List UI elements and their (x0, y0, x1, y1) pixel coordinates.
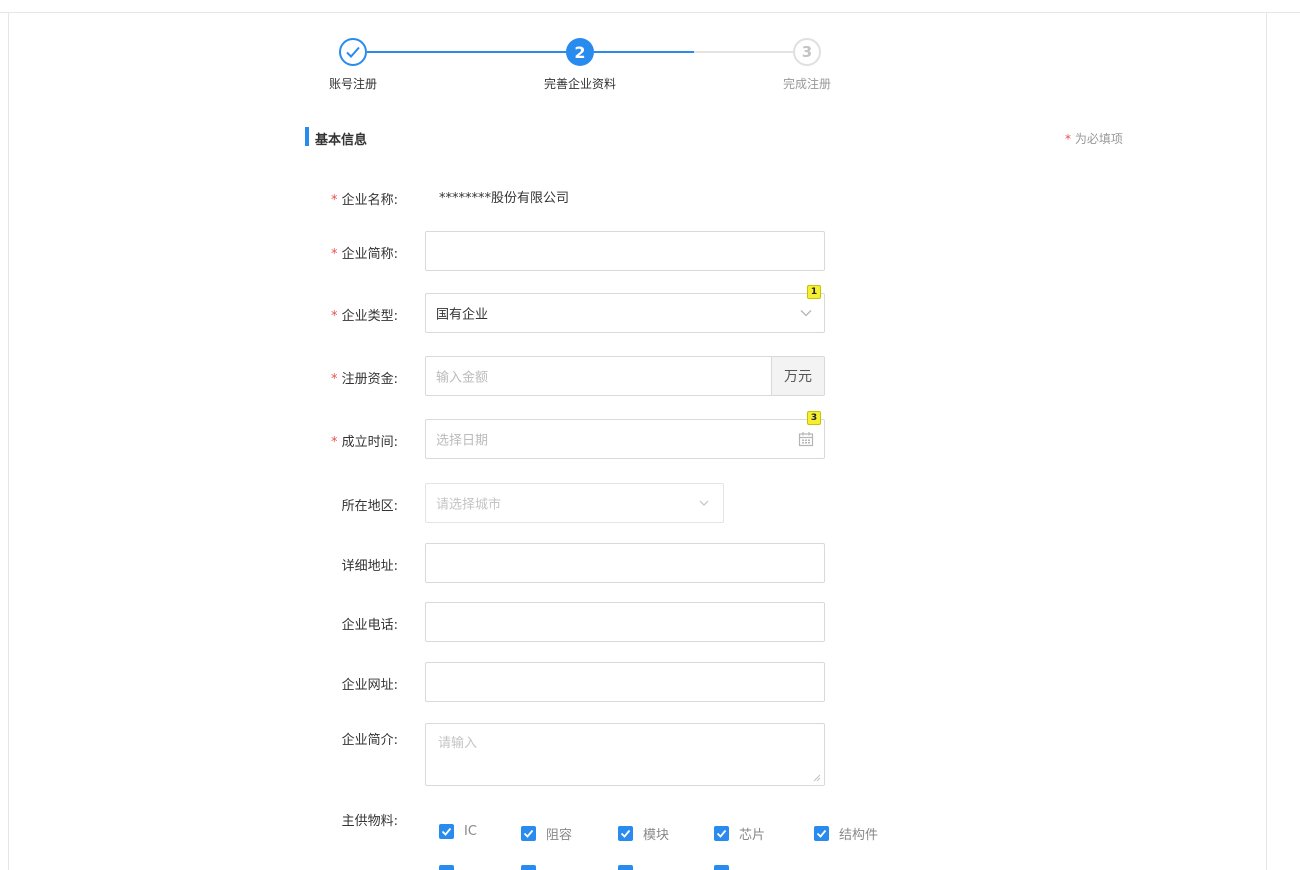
material-option-label: 芯片 (739, 828, 766, 843)
founded-placeholder: 选择日期 (436, 433, 489, 449)
website-label: 企业网址: (341, 678, 398, 693)
intro-placeholder: 请输入 (438, 736, 478, 751)
short-name-input[interactable] (425, 231, 825, 271)
region-label: 所在地区: (341, 499, 398, 514)
material-checkbox[interactable]: 结构件 (814, 824, 878, 843)
company-type-value: 国有企业 (436, 307, 489, 323)
label-text: 企业名称: (341, 193, 398, 208)
material-option-label: 阻容 (546, 828, 573, 843)
capital-placeholder: 输入金额 (436, 370, 489, 386)
checkbox-partial[interactable] (714, 865, 729, 870)
label-text: 企业类型: (341, 309, 398, 324)
material-checkbox[interactable]: 模块 (618, 824, 669, 843)
company-name-value: ********股份有限公司 (439, 191, 570, 206)
phone-label: 企业电话: (341, 618, 398, 633)
short-name-label: * 企业简称: (331, 243, 398, 262)
materials-label: 主供物料: (341, 814, 398, 829)
chevron-down-icon (699, 500, 709, 506)
region-placeholder: 请选择城市 (436, 497, 502, 513)
checkbox-checked-icon (439, 824, 454, 839)
chevron-down-icon (800, 310, 812, 317)
founded-label: * 成立时间: (331, 431, 398, 450)
checkbox-partial[interactable] (439, 865, 454, 870)
capital-unit: 万元 (771, 357, 824, 395)
annotation-badge: 3 (807, 411, 821, 425)
material-checkbox[interactable]: 芯片 (714, 824, 765, 843)
region-select[interactable]: 请选择城市 (425, 483, 724, 523)
intro-label: 企业简介: (341, 733, 398, 748)
address-label: 详细地址: (341, 559, 398, 574)
company-type-select[interactable]: 国有企业 (425, 293, 825, 333)
checkbox-checked-icon (714, 826, 729, 841)
address-input[interactable] (425, 543, 825, 583)
section-accent-bar (305, 127, 309, 146)
intro-textarea[interactable]: 请输入 (425, 723, 825, 786)
required-star: * (330, 193, 338, 208)
material-checkbox[interactable]: 阻容 (521, 824, 572, 843)
check-icon (346, 46, 360, 58)
material-option-label: IC (464, 824, 477, 839)
material-checkbox[interactable]: IC (439, 824, 477, 839)
capital-input[interactable]: 输入金额 万元 (425, 356, 825, 396)
company-name-label: * 企业名称: (331, 189, 398, 208)
step-connector-2-progress (594, 51, 694, 53)
label-text: 成立时间: (341, 435, 398, 450)
required-note-text: 为必填项 (1074, 132, 1123, 146)
required-star: * (1065, 132, 1071, 146)
left-border (8, 12, 9, 870)
top-divider (0, 12, 1300, 13)
step-1-circle (339, 38, 367, 66)
required-star: * (330, 247, 338, 262)
label-text: 企业简称: (341, 247, 398, 262)
material-option-label: 结构件 (839, 828, 879, 843)
step-connector-2-rest (694, 51, 794, 53)
founded-date-picker[interactable]: 选择日期 (425, 419, 825, 459)
checkbox-checked-icon (521, 826, 536, 841)
step-2-circle: 2 (566, 38, 594, 66)
required-star: * (330, 435, 338, 450)
required-star: * (330, 309, 338, 324)
resize-handle-icon[interactable] (813, 774, 821, 782)
right-border (1266, 12, 1267, 870)
material-option-label: 模块 (643, 828, 670, 843)
step-1-label: 账号注册 (328, 77, 378, 91)
step-3-label: 完成注册 (782, 77, 832, 91)
checkbox-checked-icon (618, 826, 633, 841)
checkbox-partial[interactable] (618, 865, 633, 870)
website-input[interactable] (425, 662, 825, 702)
step-connector-1 (367, 51, 567, 53)
annotation-badge: 1 (807, 285, 821, 299)
checkbox-partial[interactable] (521, 865, 536, 870)
company-type-label: * 企业类型: (331, 305, 398, 324)
phone-input[interactable] (425, 602, 825, 642)
required-note: * 为必填项 (1065, 130, 1123, 147)
step-3-circle: 3 (793, 38, 821, 66)
calendar-icon (798, 432, 814, 447)
checkbox-checked-icon (814, 826, 829, 841)
step-2-label: 完善企业资料 (543, 77, 617, 91)
label-text: 注册资金: (341, 372, 398, 387)
section-title: 基本信息 (315, 133, 368, 148)
capital-label: * 注册资金: (331, 368, 398, 387)
required-star: * (330, 372, 338, 387)
